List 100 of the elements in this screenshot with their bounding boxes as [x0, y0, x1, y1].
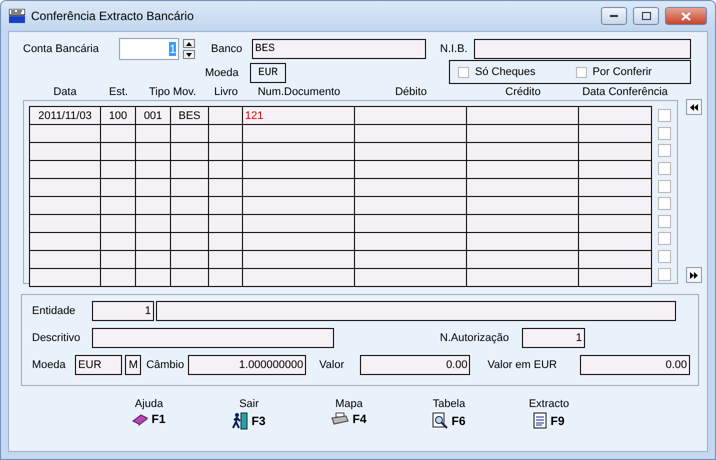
table-cell[interactable]: [467, 233, 579, 251]
conferred-checkbox[interactable]: [658, 268, 671, 281]
conferred-checkbox[interactable]: [658, 162, 671, 176]
table-cell[interactable]: [243, 161, 355, 179]
table-cell[interactable]: [243, 197, 355, 215]
table-cell[interactable]: [101, 161, 136, 179]
table-cell[interactable]: [209, 179, 243, 197]
table-cell[interactable]: [101, 269, 136, 287]
table-cell[interactable]: [209, 215, 243, 233]
table-cell[interactable]: [101, 143, 136, 161]
function-key-button[interactable]: Sair F3: [199, 398, 299, 430]
last-page-button[interactable]: [686, 267, 702, 283]
table-cell[interactable]: [243, 233, 355, 251]
value-eur-field[interactable]: 0.00: [580, 355, 690, 375]
table-cell[interactable]: [209, 233, 243, 251]
table-cell[interactable]: [29, 233, 101, 251]
table-cell[interactable]: [171, 215, 209, 233]
spin-down-button[interactable]: [183, 50, 195, 59]
table-cell[interactable]: [136, 215, 171, 233]
conferred-checkbox[interactable]: [658, 126, 671, 140]
table-cell[interactable]: [355, 233, 467, 251]
first-page-button[interactable]: [686, 99, 702, 115]
table-cell[interactable]: [136, 197, 171, 215]
table-cell[interactable]: [579, 197, 652, 215]
table-cell[interactable]: [355, 125, 467, 143]
conferred-checkbox[interactable]: [658, 109, 671, 122]
function-key-button[interactable]: Extracto F9: [499, 398, 599, 430]
table-cell[interactable]: [171, 179, 209, 197]
conferred-checkbox[interactable]: [658, 250, 671, 264]
table-cell[interactable]: [29, 269, 101, 287]
currency-field[interactable]: EUR: [75, 355, 122, 375]
table-cell[interactable]: [209, 269, 243, 287]
entity-code-field[interactable]: 1: [92, 301, 154, 321]
table-cell[interactable]: [579, 161, 652, 179]
table-cell[interactable]: [579, 107, 652, 125]
close-button[interactable]: [665, 7, 707, 25]
table-cell[interactable]: [29, 179, 101, 197]
table-cell[interactable]: [209, 161, 243, 179]
table-cell[interactable]: [209, 107, 243, 125]
filter-checkbox[interactable]: Por Conferir: [576, 66, 652, 78]
function-key-button[interactable]: Tabela F6: [399, 398, 499, 430]
table-cell[interactable]: [209, 143, 243, 161]
table-cell[interactable]: [171, 197, 209, 215]
table-cell[interactable]: [136, 179, 171, 197]
table-cell[interactable]: [243, 269, 355, 287]
table-cell[interactable]: [355, 107, 467, 125]
description-field[interactable]: [92, 328, 334, 348]
table-cell[interactable]: [209, 125, 243, 143]
table-cell[interactable]: [171, 161, 209, 179]
table-cell[interactable]: [101, 125, 136, 143]
function-key-button[interactable]: Mapa F4: [299, 398, 399, 430]
table-cell[interactable]: [29, 215, 101, 233]
table-cell[interactable]: [467, 179, 579, 197]
table-cell[interactable]: [467, 161, 579, 179]
nib-field[interactable]: [474, 39, 691, 59]
table-cell[interactable]: [171, 251, 209, 269]
conferred-checkbox[interactable]: [658, 180, 671, 193]
table-cell[interactable]: [136, 143, 171, 161]
table-cell[interactable]: [467, 143, 579, 161]
exchange-rate-field[interactable]: 1.000000000: [188, 355, 306, 375]
table-cell[interactable]: [171, 269, 209, 287]
table-cell[interactable]: [579, 179, 652, 197]
table-cell[interactable]: [101, 251, 136, 269]
conferred-checkbox[interactable]: [658, 232, 671, 246]
entity-name-field[interactable]: [156, 301, 676, 321]
table-cell[interactable]: [101, 233, 136, 251]
table-cell[interactable]: [467, 269, 579, 287]
table-cell[interactable]: [29, 143, 101, 161]
bank-field[interactable]: BES: [252, 39, 426, 59]
table-cell[interactable]: [171, 125, 209, 143]
table-cell[interactable]: [355, 197, 467, 215]
table-cell[interactable]: [243, 179, 355, 197]
filter-checkbox[interactable]: Só Cheques: [458, 66, 536, 78]
table-cell[interactable]: [136, 125, 171, 143]
table-cell[interactable]: [579, 233, 652, 251]
spin-up-button[interactable]: [183, 39, 195, 48]
conferred-checkbox[interactable]: [658, 144, 671, 158]
table-cell[interactable]: [101, 215, 136, 233]
table-cell[interactable]: 001: [136, 107, 171, 125]
table-cell[interactable]: 2011/11/03: [29, 107, 101, 125]
maximize-button[interactable]: [633, 7, 659, 25]
table-cell[interactable]: 121: [243, 107, 355, 125]
authorization-field[interactable]: 1: [522, 328, 585, 348]
table-cell[interactable]: [579, 125, 652, 143]
table-cell[interactable]: [243, 143, 355, 161]
table-cell[interactable]: [29, 251, 101, 269]
table-cell[interactable]: [467, 251, 579, 269]
table-cell[interactable]: [355, 215, 467, 233]
function-key-button[interactable]: Ajuda F1: [99, 398, 199, 430]
table-cell[interactable]: [136, 269, 171, 287]
table-cell[interactable]: [467, 197, 579, 215]
table-cell[interactable]: [467, 125, 579, 143]
table-cell[interactable]: [355, 251, 467, 269]
value-field[interactable]: 0.00: [360, 355, 470, 375]
table-cell[interactable]: [209, 197, 243, 215]
table-cell[interactable]: [29, 161, 101, 179]
table-cell[interactable]: [243, 215, 355, 233]
table-cell[interactable]: [136, 251, 171, 269]
table-cell[interactable]: [355, 143, 467, 161]
table-cell[interactable]: 100: [101, 107, 136, 125]
